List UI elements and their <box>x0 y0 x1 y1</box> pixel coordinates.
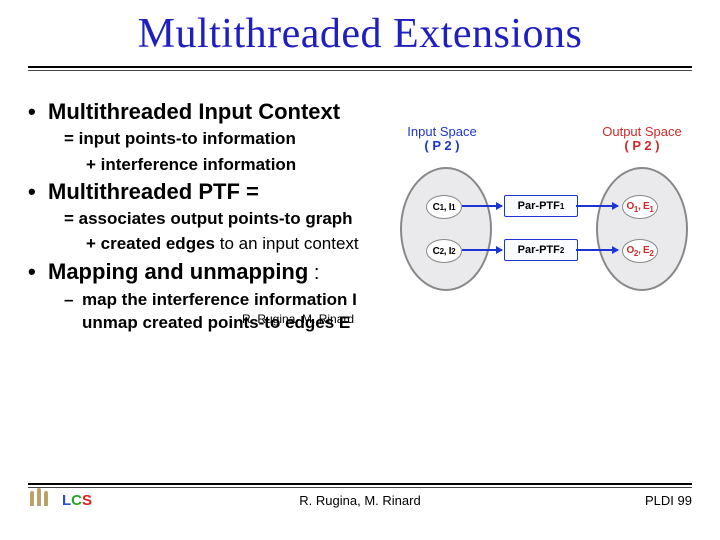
footer-center-overlay: R. Rugina, M. Rinard <box>242 312 354 327</box>
bullet-2-sub1: = associates output points-to graph <box>64 208 398 229</box>
bullet-1-sub1: = input points-to information <box>64 128 398 149</box>
arrow-2-right <box>576 249 618 251</box>
node-c2: C2, I2 <box>426 239 462 263</box>
content-row: Multithreaded Input Context = input poin… <box>28 97 692 335</box>
node-o1: O1, E1 <box>622 195 658 219</box>
bullet-2: Multithreaded PTF = <box>28 179 398 204</box>
bullet-2-sub2: + created edges to an input context <box>86 233 398 254</box>
footer: LCS R. Rugina, M. Rinard PLDI 99 <box>28 488 692 512</box>
page-title: Multithreaded Extensions <box>28 10 692 58</box>
bullet-3-dash-2: unmap created points-to edges E R. Rugin… <box>82 312 398 333</box>
ptf-diagram: Input Space ( P 2 ) Output Space ( P 2 )… <box>398 127 688 307</box>
bullet-1: Multithreaded Input Context <box>28 99 398 124</box>
bullet-1-sub2: + interference information <box>86 154 398 175</box>
input-ellipse <box>400 167 492 291</box>
arrow-2-left <box>462 249 502 251</box>
bullet-3-colon: : <box>308 262 319 284</box>
output-space-text: Output Space <box>602 124 682 139</box>
input-space-text: Input Space <box>407 124 476 139</box>
bullet-2-sub2-strong: + created edges <box>86 234 215 253</box>
arrow-2-label: Par-PTF2 <box>504 239 578 261</box>
title-divider <box>28 66 692 71</box>
input-space-sub: ( P 2 ) <box>424 138 459 153</box>
node-o2: O2, E2 <box>622 239 658 263</box>
node-c1: C1, I1 <box>426 195 462 219</box>
input-space-label: Input Space ( P 2 ) <box>392 125 492 154</box>
output-ellipse <box>596 167 688 291</box>
bullet-3-dash-1: map the interference information I <box>64 289 398 310</box>
output-space-sub: ( P 2 ) <box>624 138 659 153</box>
bullet-3-text: Mapping and unmapping <box>48 259 308 284</box>
left-column: Multithreaded Input Context = input poin… <box>28 97 398 335</box>
slide: Multithreaded Extensions Multithreaded I… <box>0 0 720 540</box>
footer-center: R. Rugina, M. Rinard <box>28 493 692 508</box>
arrow-1-label: Par-PTF1 <box>504 195 578 217</box>
right-column: Input Space ( P 2 ) Output Space ( P 2 )… <box>398 97 688 335</box>
arrow-1-right <box>576 205 618 207</box>
arrow-1-left <box>462 205 502 207</box>
output-space-label: Output Space ( P 2 ) <box>592 125 692 154</box>
bullet-2-sub2-tail: to an input context <box>215 234 359 253</box>
bullet-3: Mapping and unmapping : <box>28 259 398 285</box>
